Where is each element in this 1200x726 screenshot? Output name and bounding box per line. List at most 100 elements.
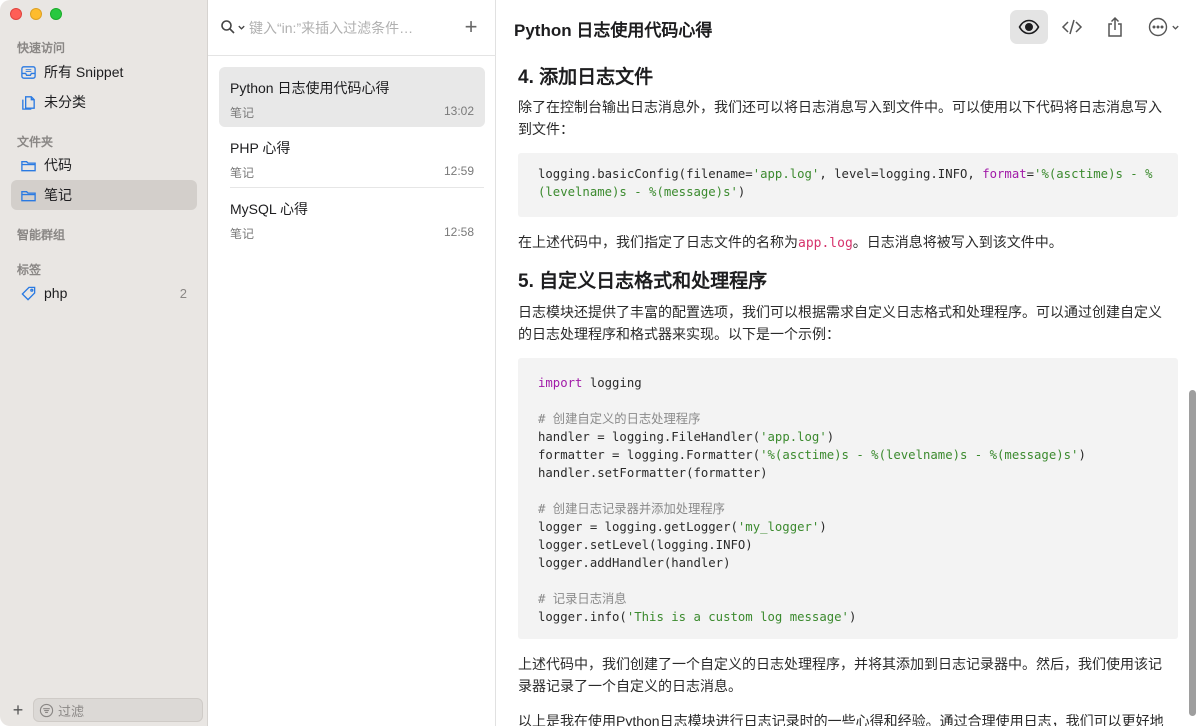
code-comment: # 创建自定义的日志处理程序 [538,412,701,426]
sidebar-item-folder-code[interactable]: 代码 [11,150,197,180]
chevron-down-icon [1171,25,1179,30]
note-title: MySQL 心得 [230,201,309,217]
code-token: logger.setLevel(logging.INFO) [538,538,753,552]
inline-code: app.log [798,236,853,251]
code-comment: # 创建日志记录器并添加处理程序 [538,502,725,516]
code-comment: # 记录日志消息 [538,592,627,606]
more-icon [1148,17,1167,37]
sidebar-item-label: 代码 [44,157,72,173]
sidebar-item-folder-notes[interactable]: 笔记 [11,180,197,210]
sidebar: 快速访问 所有 Snippet 未分类 文件夹 代码 笔记 智能群组 标签 ph… [0,0,208,726]
note-folder: 笔记 [230,106,255,120]
code-icon [1061,19,1083,35]
code-token: logging.basicConfig(filename= [538,167,753,181]
code-token: , level=logging.INFO, [819,167,983,181]
tag-icon [19,284,37,302]
code-token: logger.info( [538,610,627,624]
code-token: ) [1078,448,1086,462]
share-button[interactable] [1096,10,1134,44]
sidebar-item-tag-php[interactable]: php 2 [11,278,197,308]
section-title-smart-groups: 智能群组 [17,228,66,242]
code-token: 'app.log' [760,430,827,444]
preview-toggle-button[interactable] [1010,10,1048,44]
app-window: 快速访问 所有 Snippet 未分类 文件夹 代码 笔记 智能群组 标签 ph… [0,0,1200,726]
search-bar: + [208,0,496,56]
code-token: 'my_logger' [737,520,820,534]
detail-header: Python 日志使用代码心得 [497,0,1200,56]
note-title: PHP 心得 [230,140,291,156]
folder-icon [19,186,37,204]
zoom-window-button[interactable] [50,8,62,20]
tag-count: 2 [179,285,187,301]
add-snippet-button[interactable]: + [461,16,481,38]
sidebar-item-label: 未分类 [44,94,86,110]
page-title: Python 日志使用代码心得 [514,21,713,40]
code-token: 'app.log' [752,167,820,181]
note-time: 13:02 [443,104,474,118]
chevron-down-icon [238,25,245,30]
add-folder-button[interactable]: + [9,699,27,721]
note-time: 12:59 [443,164,474,178]
code-token: logger.addHandler(handler) [538,556,731,570]
note-folder: 笔记 [230,227,255,241]
code-token: '%(asctime)s - %(levelname)s - %(message… [760,448,1079,462]
note-folder: 笔记 [230,166,255,180]
search-menu-button[interactable] [220,19,246,35]
paragraph: 在上述代码中，我们指定了日志文件的名称为app.log。日志消息将被写入到该文件… [518,231,1168,255]
vertical-scrollbar[interactable] [1189,390,1196,716]
note-list-item[interactable]: Python 日志使用代码心得 笔记 13:02 [219,67,485,127]
section-title-quick-access: 快速访问 [17,41,66,55]
markdown-preview: 4. 添加日志文件 除了在控制台输出日志消息外，我们还可以将日志消息写入到文件中… [518,56,1180,726]
sidebar-item-all-snippets[interactable]: 所有 Snippet [11,57,197,87]
tray-icon [19,63,37,81]
paragraph: 上述代码中，我们创建了一个自定义的日志处理程序，并将其添加到日志记录器中。然后，… [518,656,1162,694]
snippet-detail-pane: Python 日志使用代码心得 4. 添加日志文件 除了在控制台输出日志消息外，… [497,0,1200,726]
note-list-pane: + Python 日志使用代码心得 笔记 13:02 PHP 心得 笔记 12:… [208,0,496,726]
section-title-tags: 标签 [17,263,42,277]
filter-icon [39,703,54,717]
window-controls [10,8,62,20]
code-token: import [538,376,583,390]
share-icon [1108,16,1122,37]
code-token: 'This is a custom log message' [626,610,849,624]
text-run: 在上述代码中，我们指定了日志文件的名称为 [518,234,798,250]
code-token: handler = logging.FileHandler( [538,430,761,444]
code-token: logging [582,376,642,390]
paragraph: 除了在控制台输出日志消息外，我们还可以将日志消息写入到文件中。可以使用以下代码将… [518,99,1162,137]
section-heading-4: 4. 添加日志文件 [518,67,654,88]
sidebar-item-label: php [44,285,68,301]
note-title: Python 日志使用代码心得 [230,80,390,96]
sidebar-item-label: 所有 Snippet [44,64,124,80]
note-list-item[interactable]: PHP 心得 笔记 12:59 [219,127,485,187]
sidebar-item-label: 笔记 [44,187,72,203]
paragraph: 日志模块还提供了丰富的配置选项，我们可以根据需求自定义日志格式和处理程序。可以通… [518,304,1162,342]
section-heading-5: 5. 自定义日志格式和处理程序 [518,271,768,292]
code-token: ) [826,430,835,444]
code-token: logger = logging.getLogger( [538,520,738,534]
paragraph: 以上是我在使用Python日志模块进行日志记录时的一些心得和经验。通过合理使用日… [518,713,1164,726]
code-token: format [982,167,1027,181]
sidebar-bottom-bar: + 过滤 [0,696,208,726]
sidebar-filter-field[interactable]: 过滤 [33,698,203,722]
note-time: 12:58 [443,225,474,239]
code-token: ) [848,610,857,624]
text-run: 。日志消息将被写入到该文件中。 [852,234,1063,250]
code-block: import logging # 创建自定义的日志处理程序 handler = … [518,358,1178,639]
code-token: handler.setFormatter(formatter) [538,466,768,480]
section-title-folders: 文件夹 [17,135,54,149]
folder-icon [19,156,37,174]
code-block: logging.basicConfig(filename='app.log', … [518,153,1178,217]
code-view-button[interactable] [1053,10,1091,44]
sidebar-item-uncategorized[interactable]: 未分类 [11,87,197,117]
note-list-item[interactable]: MySQL 心得 笔记 12:58 [219,188,485,248]
search-input[interactable] [249,16,449,40]
filter-placeholder: 过滤 [58,703,85,719]
code-token: ) [737,185,746,199]
code-token: formatter = logging.Formatter( [538,448,761,462]
more-menu-button[interactable] [1138,10,1188,44]
documents-icon [19,93,37,111]
minimize-window-button[interactable] [30,8,42,20]
close-window-button[interactable] [10,8,22,20]
eye-icon [1018,19,1040,35]
code-token: = [1026,167,1035,181]
